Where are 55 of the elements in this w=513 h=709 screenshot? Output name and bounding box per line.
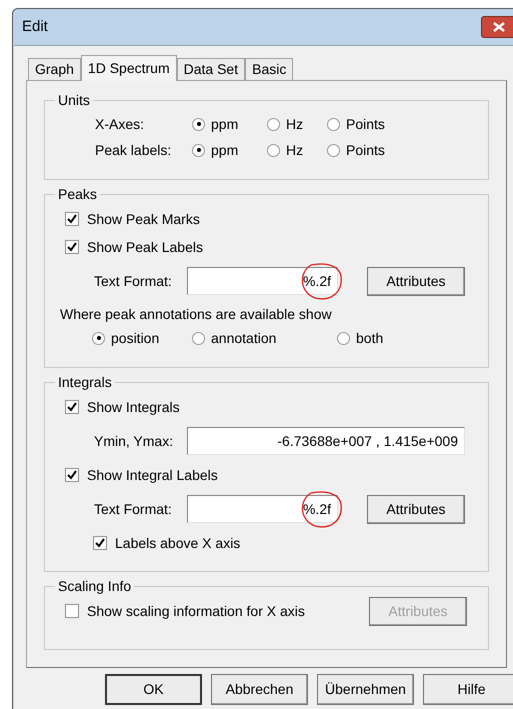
radio-label: ppm: [211, 140, 238, 160]
checkbox-label: Show Integral Labels: [87, 466, 218, 485]
dialog-button[interactable]: Abbrechen: [211, 674, 308, 705]
radio-label: ppm: [211, 114, 238, 134]
tab[interactable]: Data Set: [176, 58, 246, 80]
checkbox[interactable]: [65, 468, 79, 482]
checkbox[interactable]: [93, 536, 107, 550]
tab[interactable]: Basic: [245, 58, 294, 80]
checkbox-label: Labels above X axis: [115, 534, 240, 552]
radio-label: Hz: [286, 140, 304, 160]
check-icon: [67, 402, 77, 412]
radio-button[interactable]: [192, 118, 205, 130]
checkbox[interactable]: [65, 212, 79, 226]
checkbox-label: Show Peak Marks: [87, 210, 200, 228]
checkbox-label: Show Peak Labels: [87, 238, 203, 256]
close-button[interactable]: [481, 16, 513, 38]
radio-label: annotation: [211, 328, 276, 348]
checkbox[interactable]: [65, 400, 79, 414]
checkbox-label: Show scaling information for X axis: [87, 602, 305, 621]
radio-button[interactable]: [267, 118, 280, 130]
checkbox[interactable]: [65, 604, 79, 618]
dialog-button[interactable]: Übernehmen: [317, 674, 414, 705]
radio-button[interactable]: [337, 332, 350, 344]
text-field[interactable]: -6.73688e+007 , 1.415e+009: [187, 427, 465, 455]
field-label: Text Format:: [94, 500, 173, 518]
field-label: X-Axes:: [95, 114, 146, 134]
radio-label: Hz: [286, 114, 304, 134]
radio-button[interactable]: [327, 118, 340, 130]
tab[interactable]: Graph: [28, 58, 81, 80]
radio-button[interactable]: [192, 144, 205, 156]
radio-button[interactable]: [92, 332, 105, 344]
dialog-button[interactable]: Hilfe: [423, 674, 513, 705]
close-icon: [493, 22, 505, 32]
radio-button[interactable]: [192, 332, 205, 344]
radio-label: both: [356, 328, 384, 348]
radio-button[interactable]: [267, 144, 280, 156]
check-icon: [67, 470, 77, 480]
radio-button[interactable]: [327, 144, 340, 156]
field-label: Text Format:: [94, 272, 173, 290]
dialog-button[interactable]: OK: [105, 674, 202, 705]
radio-label: position: [111, 328, 160, 348]
check-icon: [95, 538, 105, 548]
radio-label: Points: [346, 114, 385, 134]
checkbox[interactable]: [65, 240, 79, 254]
check-icon: [67, 214, 77, 224]
window-title: Edit: [22, 16, 48, 37]
checkbox-label: Show Integrals: [87, 398, 180, 417]
field-label: Ymin, Ymax:: [94, 432, 174, 450]
tab[interactable]: 1D Spectrum: [80, 55, 177, 81]
attributes-button[interactable]: Attributes: [367, 266, 465, 296]
radio-label: Points: [346, 140, 385, 160]
instruction-text: Where peak annotations are available show: [60, 305, 332, 324]
field-label: Peak labels:: [95, 140, 172, 160]
check-icon: [67, 242, 77, 252]
attributes-button[interactable]: Attributes: [367, 494, 465, 524]
